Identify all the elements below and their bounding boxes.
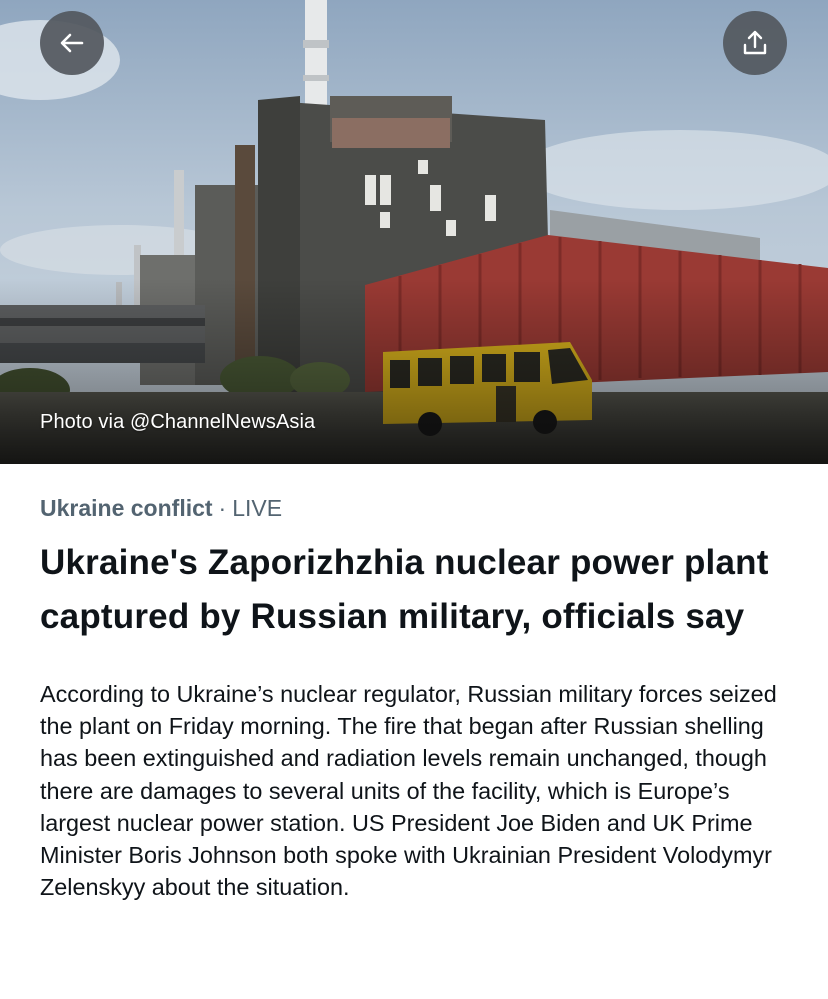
back-button[interactable] (40, 11, 104, 75)
hero-photo: Photo via @ChannelNewsAsia (0, 0, 828, 464)
article-meta: Ukraine conflict · LIVE (40, 490, 800, 526)
share-upload-icon (743, 30, 767, 55)
photo-credit: Photo via @ChannelNewsAsia (40, 411, 316, 433)
topic-label[interactable]: Ukraine conflict (40, 495, 213, 521)
meta-separator: · (218, 495, 227, 521)
power-plant-photo (0, 0, 828, 464)
live-status: LIVE (232, 495, 283, 521)
article-content: Ukraine conflict · LIVE Ukraine's Zaporizh… (40, 490, 800, 903)
article-headline: Ukraine's Zaporizhzhia nuclear power pla… (40, 543, 769, 636)
arrow-left-icon (60, 33, 84, 53)
share-button[interactable] (723, 11, 787, 75)
article-body: According to Ukraine’s nuclear regulator… (40, 681, 777, 901)
